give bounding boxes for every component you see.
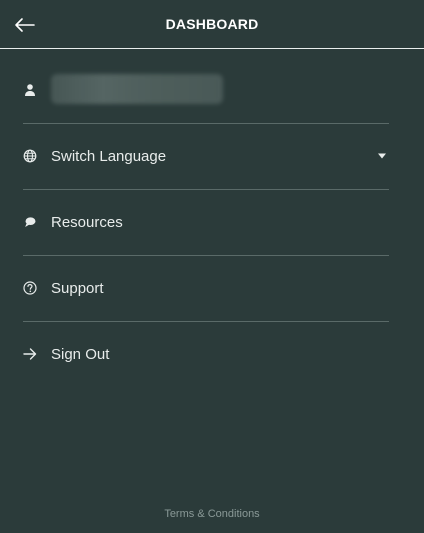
page-title: DASHBOARD xyxy=(165,16,259,32)
menu-item-support[interactable]: Support xyxy=(23,256,389,322)
menu-item-label: Support xyxy=(51,280,104,297)
menu-item-switch-language[interactable]: Switch Language xyxy=(23,124,389,190)
menu-list: Switch Language Resources Support Sign O… xyxy=(23,57,389,388)
menu-item-resources[interactable]: Resources xyxy=(23,190,389,256)
arrow-right-icon xyxy=(23,347,37,361)
chat-bubble-icon xyxy=(23,215,37,229)
help-circle-icon xyxy=(23,281,37,295)
terms-link[interactable]: Terms & Conditions xyxy=(0,508,424,520)
user-profile-item[interactable] xyxy=(23,57,389,124)
user-name-redacted xyxy=(51,74,223,104)
header-bar: DASHBOARD xyxy=(0,0,424,49)
caret-down-icon[interactable] xyxy=(377,153,387,159)
menu-item-label: Resources xyxy=(51,214,123,231)
person-icon xyxy=(23,83,37,97)
menu-item-sign-out[interactable]: Sign Out xyxy=(23,322,389,388)
menu-item-label: Switch Language xyxy=(51,148,167,165)
globe-icon xyxy=(23,149,37,163)
menu-item-label: Sign Out xyxy=(51,346,110,363)
